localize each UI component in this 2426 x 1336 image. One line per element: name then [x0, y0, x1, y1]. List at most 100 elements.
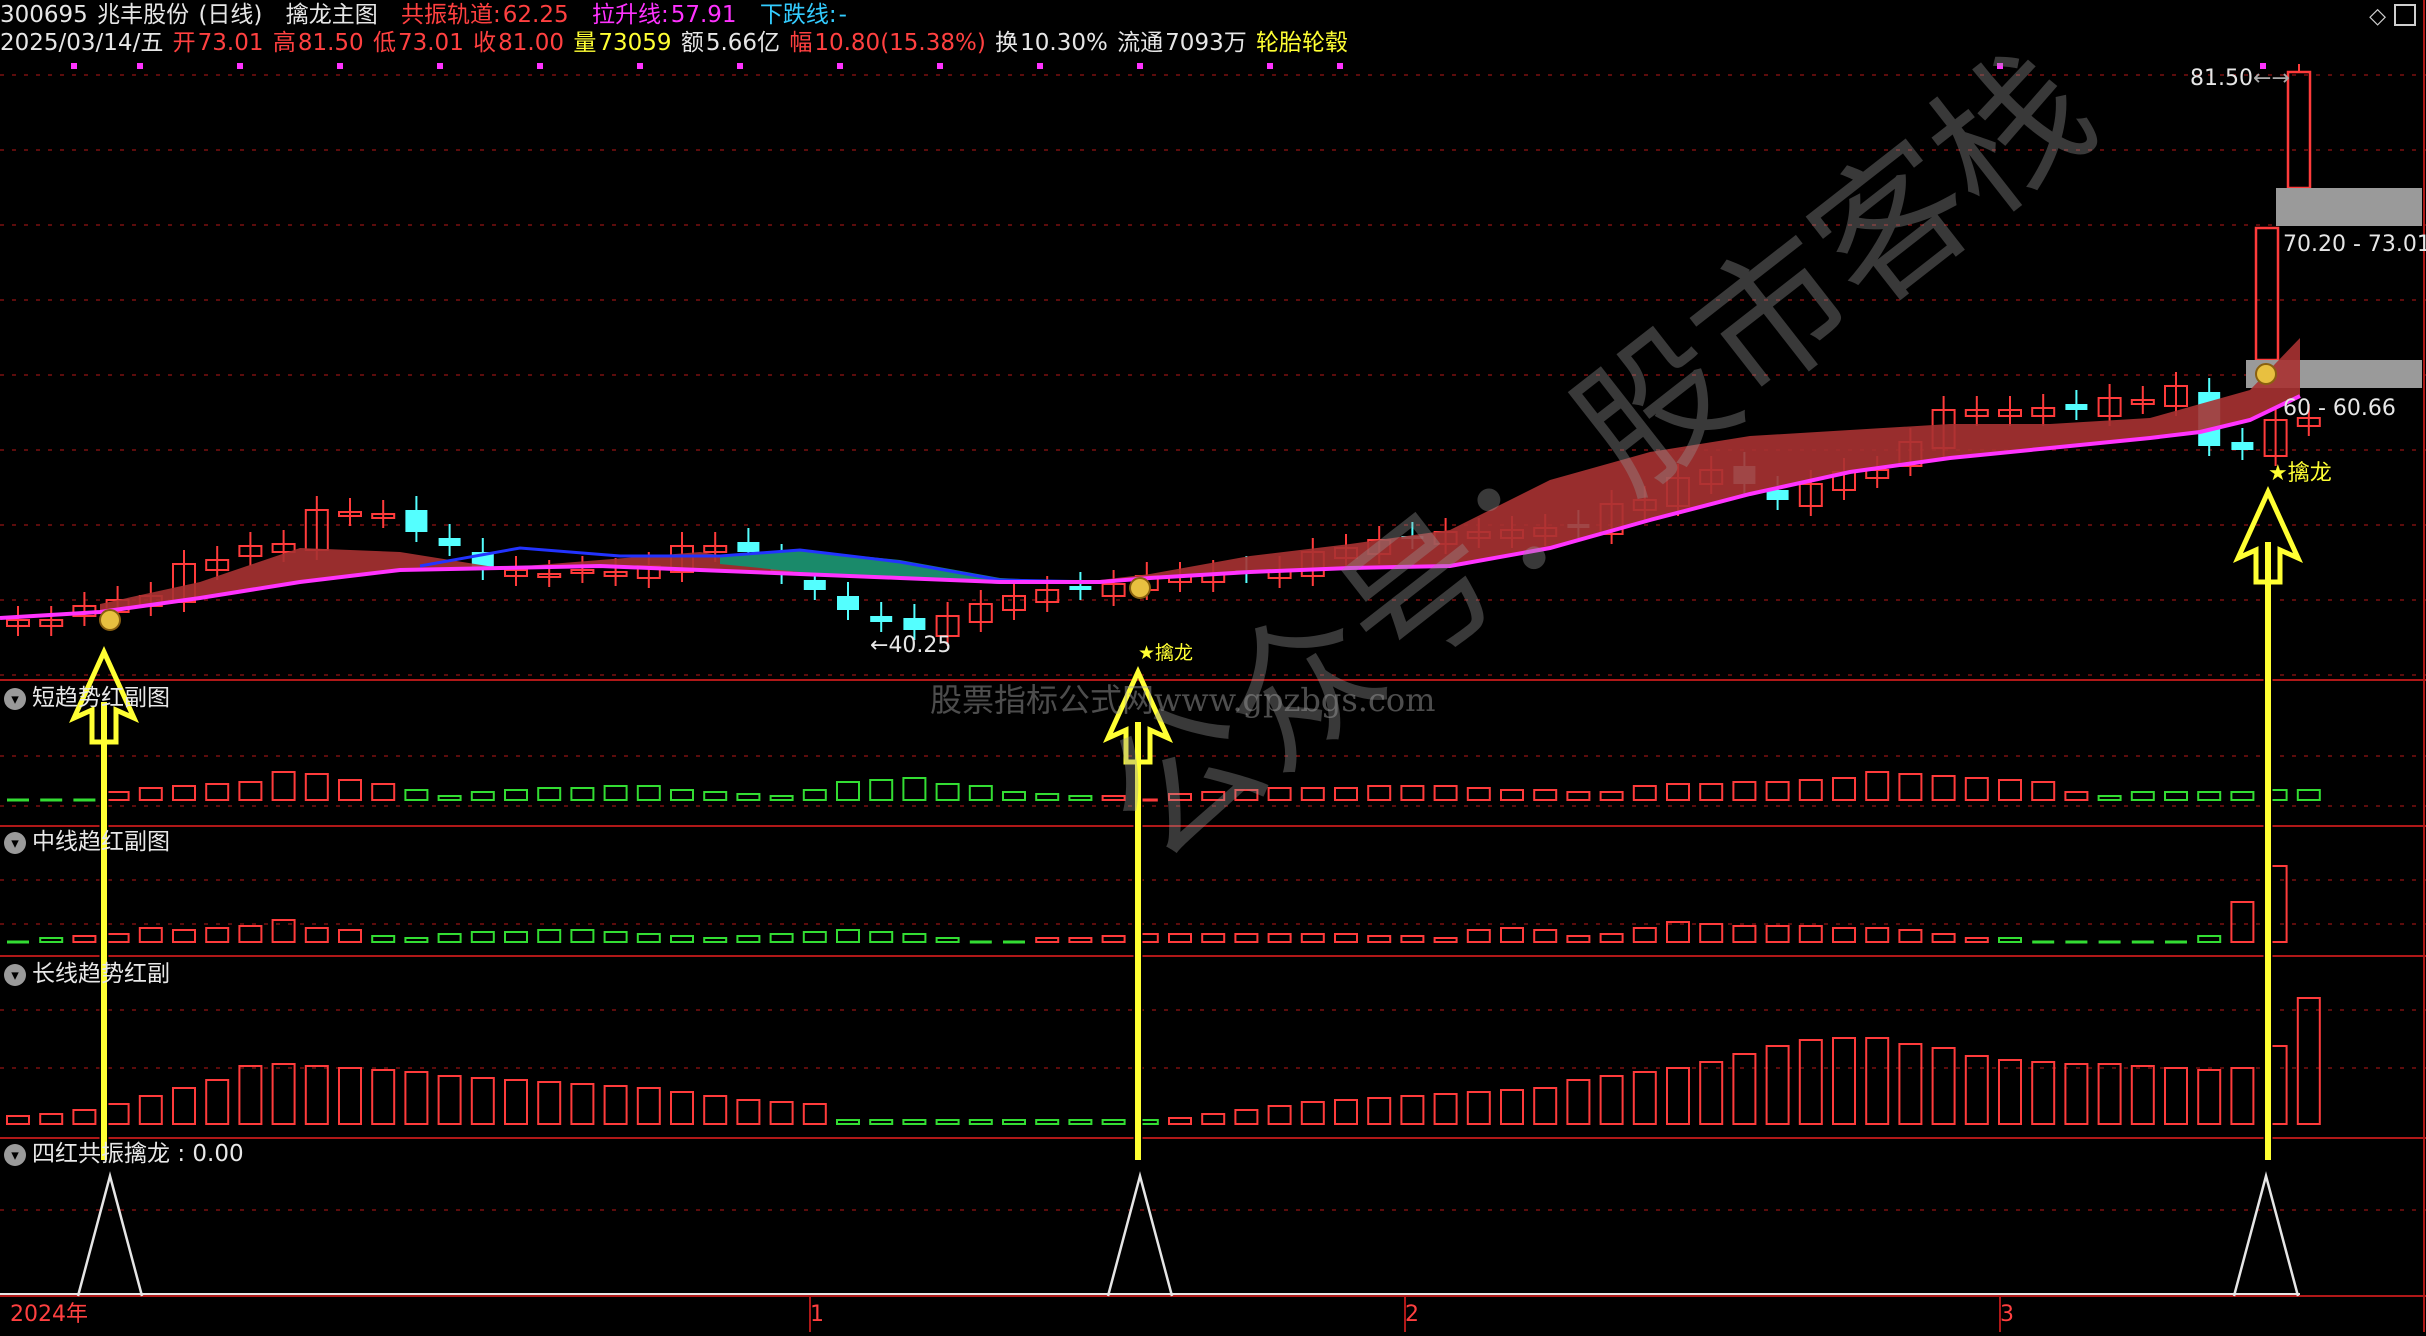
mid-trend-bar [304, 927, 329, 943]
x-axis-label-jan: 1 [810, 1302, 824, 1327]
float-value: 7093万 [1165, 30, 1247, 56]
float-label: 流通 [1117, 30, 1164, 56]
long-trend-bar [105, 1103, 130, 1125]
change-value: 10.80(15.38%) [814, 30, 986, 56]
mid-trend-bar [138, 927, 163, 943]
amount-label: 额 [680, 30, 704, 56]
short-trend-bar [1898, 773, 1923, 801]
long-trend-bar [437, 1075, 462, 1125]
resonance-label: 共振轨道: [401, 2, 501, 28]
short-trend-bar [238, 781, 263, 801]
pull-label: 拉升线: [591, 2, 669, 28]
mid-trend-bar [437, 933, 462, 943]
mid-trend-bar [703, 937, 728, 943]
chevron-down-icon[interactable]: ▾ [4, 687, 26, 710]
pane-mid-trend-title: 中线趋红副图 [32, 829, 170, 855]
resonance-spike [2232, 1171, 2300, 1297]
mid-trend-bar [537, 929, 562, 943]
candle-down [2231, 442, 2254, 450]
diamond-icon[interactable]: ◇ [2369, 4, 2386, 29]
short-trend-bar [138, 787, 163, 801]
short-trend-bar [105, 791, 130, 801]
change-label: 幅 [789, 30, 813, 56]
chevron-down-icon[interactable]: ▾ [4, 1143, 26, 1166]
chevron-down-icon[interactable]: ▾ [4, 831, 26, 854]
short-trend-bar [205, 783, 230, 801]
short-trend-bar [570, 787, 595, 801]
short-trend-bar [636, 785, 661, 801]
short-trend-bar [869, 779, 894, 801]
short-trend-bar [1035, 793, 1060, 801]
short-trend-bar [504, 789, 528, 801]
long-trend-bar [1002, 1119, 1026, 1125]
long-trend-bar [2097, 1063, 2122, 1125]
short-trend-bar [437, 795, 462, 801]
short-trend-bar [902, 777, 927, 801]
short-trend-bar [1500, 789, 1524, 801]
template-name[interactable]: 擒龙主图 [286, 2, 378, 28]
pane-short-trend[interactable]: ▾ 短趋势红副图 [0, 682, 170, 714]
chevron-down-icon[interactable]: ▾ [4, 963, 26, 986]
mid-trend-bar [1035, 937, 1060, 943]
short-trend-bar [1832, 777, 1856, 801]
marker-dot [1137, 63, 1143, 69]
long-trend-bar [1533, 1087, 1558, 1125]
long-trend-bar [968, 1119, 993, 1125]
short-trend-bar [2064, 791, 2089, 801]
short-trend-bar [537, 787, 562, 801]
short-trend-bar [836, 781, 860, 801]
marker-dot [737, 63, 743, 69]
short-trend-bar [1732, 781, 1757, 801]
money-bag-icon [1129, 577, 1151, 599]
short-trend-bar [1765, 781, 1790, 801]
mid-trend-bar [1998, 937, 2022, 943]
close-label: 收 [473, 30, 497, 56]
candle-down [903, 618, 926, 630]
short-trend-bar [802, 789, 827, 801]
pane-long-trend[interactable]: ▾ 长线趋势红副 [0, 958, 170, 990]
marker-dot [537, 63, 543, 69]
long-trend-bar [537, 1081, 562, 1125]
long-trend-bar [1798, 1039, 1823, 1125]
candle-up [2286, 70, 2312, 190]
mid-trend-bar [1798, 925, 1823, 943]
mid-trend-bar [1898, 929, 1923, 943]
long-trend-bar [603, 1085, 628, 1125]
mid-trend-bar [670, 935, 694, 943]
long-trend-bar [802, 1103, 827, 1125]
mid-trend-bar [371, 935, 396, 943]
zone-upper [2276, 188, 2422, 226]
period-label[interactable]: (日线) [198, 2, 262, 28]
long-trend-bar [1732, 1053, 1757, 1125]
window-square-icon[interactable] [2394, 4, 2416, 26]
sector-label[interactable]: 轮胎轮毂 [1256, 30, 1348, 56]
short-trend-bar [304, 773, 329, 801]
long-trend-bar [836, 1119, 860, 1125]
high-price-label: 81.50←→ [2190, 66, 2290, 91]
short-trend-bar [470, 791, 495, 801]
short-trend-bar [1964, 777, 1989, 801]
mid-trend-bar [338, 929, 362, 943]
pane-resonance[interactable]: ▾ 四红共振擒龙 : 0.00 [0, 1138, 244, 1170]
long-trend-bar [271, 1063, 296, 1125]
short-trend-bar [1068, 795, 1093, 801]
long-trend-bar [1666, 1067, 1690, 1125]
mid-trend-bar [1699, 923, 1724, 943]
short-trend-bar [1931, 775, 1956, 801]
high-label: 高 [272, 30, 296, 56]
long-trend-bar [72, 1109, 97, 1125]
long-trend-bar [2064, 1063, 2089, 1125]
long-trend-bar [1367, 1097, 1392, 1125]
short-trend-bar [968, 785, 993, 801]
long-trend-bar [1500, 1089, 1524, 1125]
low-price-label: ←40.25 [870, 633, 952, 658]
mid-trend-bar [570, 929, 595, 943]
mid-trend-bar [1334, 933, 1358, 943]
long-trend-bar [1632, 1071, 1657, 1125]
short-trend-bar [1998, 779, 2022, 801]
long-trend-bar [1201, 1113, 1226, 1125]
mid-trend-bar [39, 937, 64, 943]
mid-trend-bar [1300, 933, 1325, 943]
pane-mid-trend[interactable]: ▾ 中线趋红副图 [0, 826, 170, 858]
x-axis-label-year: 2024年 [10, 1302, 88, 1327]
